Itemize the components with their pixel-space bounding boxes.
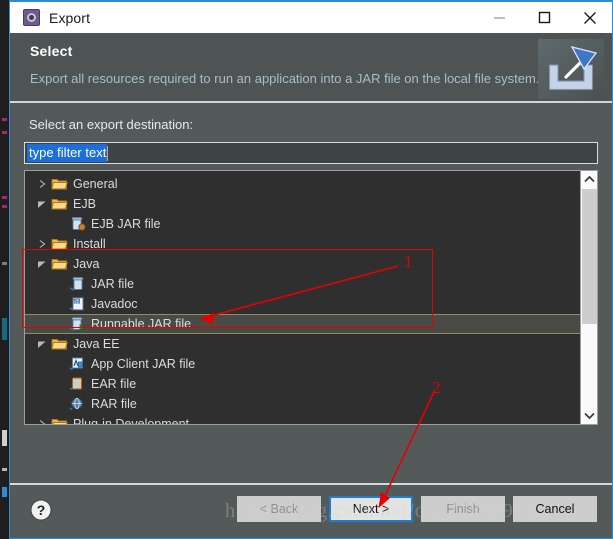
export-destination-tree[interactable]: General EJB EJB JAR file Install Java JAR fil… xyxy=(24,170,598,425)
javadoc-icon: @ xyxy=(69,296,86,312)
tree-item-label: Plug-in Development xyxy=(73,417,190,425)
tree-item-jar-file[interactable]: JAR file xyxy=(25,274,580,294)
tree-item-label: EAR file xyxy=(91,377,137,391)
tree-item-rar-file[interactable]: RAR file xyxy=(25,394,580,414)
tree-item-app-client-jar-file[interactable]: App Client JAR file xyxy=(25,354,580,374)
tree-item-ear-file[interactable]: EAR file xyxy=(25,374,580,394)
export-dialog: Export Select Export all resources requi… xyxy=(9,0,613,539)
destination-label: Select an export destination: xyxy=(29,117,194,132)
tree-item-label: RAR file xyxy=(91,397,137,411)
screen: Export Select Export all resources requi… xyxy=(0,0,613,539)
tree-item-ejb-jar-file[interactable]: EJB JAR file xyxy=(25,214,580,234)
tree-item-javadoc[interactable]: @ Javadoc xyxy=(25,294,580,314)
window-title: Export xyxy=(49,9,91,26)
tree-item-label: Java EE xyxy=(73,337,120,351)
twisty-expanded-icon[interactable] xyxy=(33,199,51,209)
tree-item-install[interactable]: Install xyxy=(25,234,580,254)
tree-item-label: App Client JAR file xyxy=(91,357,196,371)
tree-item-java-ee[interactable]: Java EE xyxy=(25,334,580,354)
tree-item-general[interactable]: General xyxy=(25,174,580,194)
tree-item-label: Install xyxy=(73,237,106,251)
tree-item-label: Java xyxy=(73,257,100,271)
watermark: https://blog.csdn.net/qq_21808961 xyxy=(225,500,536,522)
tree-item-label: General xyxy=(73,177,118,191)
chevron-down-icon[interactable] xyxy=(582,407,597,424)
filter-input-value: type filter text xyxy=(27,144,108,162)
chevron-up-icon[interactable] xyxy=(581,171,597,188)
tree-item-label: EJB JAR file xyxy=(91,217,161,231)
page-title: Select xyxy=(30,43,73,59)
ear-file-icon xyxy=(69,376,86,392)
help-icon[interactable]: ? xyxy=(30,499,52,521)
jar-file-icon xyxy=(69,276,86,292)
runnable-jar-icon xyxy=(69,316,86,332)
scrollbar-thumb[interactable] xyxy=(582,189,597,324)
tree-item-label: JAR file xyxy=(91,277,135,291)
folder-icon xyxy=(51,336,68,352)
maximize-icon[interactable] xyxy=(522,2,567,33)
export-banner-icon xyxy=(538,39,604,99)
tree-item-plug-in-development[interactable]: Plug-in Development xyxy=(25,414,580,425)
minimize-icon[interactable] xyxy=(477,2,522,33)
rar-file-icon xyxy=(69,396,86,412)
twisty-expanded-icon[interactable] xyxy=(33,259,51,269)
wizard-header: Select Export all resources required to … xyxy=(10,33,612,103)
tree-scrollbar[interactable] xyxy=(580,171,597,424)
title-bar: Export xyxy=(10,0,612,33)
background-app-strip xyxy=(0,0,9,539)
dialog-body: Select an export destination: type filte… xyxy=(10,103,612,483)
tree-item-ejb[interactable]: EJB xyxy=(25,194,580,214)
tree-item-runnable-jar-file[interactable]: Runnable JAR file xyxy=(25,314,580,334)
folder-icon xyxy=(51,196,68,212)
tree-item-label: Javadoc xyxy=(91,297,138,311)
tree-item-label: Runnable JAR file xyxy=(91,317,192,331)
tree-item-java[interactable]: Java xyxy=(25,254,580,274)
app-client-jar-icon xyxy=(69,356,86,372)
ejb-jar-file-icon xyxy=(69,216,86,232)
svg-text:?: ? xyxy=(37,502,46,518)
folder-icon xyxy=(51,416,68,424)
close-icon[interactable] xyxy=(567,2,612,33)
twisty-collapsed-icon[interactable] xyxy=(33,239,51,249)
svg-text:@: @ xyxy=(74,299,79,305)
text-caret xyxy=(107,145,109,161)
tree-item-label: EJB xyxy=(73,197,96,211)
folder-icon xyxy=(51,256,68,272)
page-description: Export all resources required to run an … xyxy=(30,71,540,86)
folder-icon xyxy=(51,176,68,192)
twisty-expanded-icon[interactable] xyxy=(33,339,51,349)
export-gear-icon xyxy=(23,9,40,26)
folder-icon xyxy=(51,236,68,252)
twisty-collapsed-icon[interactable] xyxy=(33,179,51,189)
filter-input[interactable]: type filter text xyxy=(24,142,598,164)
twisty-collapsed-icon[interactable] xyxy=(33,419,51,424)
window-controls xyxy=(477,2,612,33)
